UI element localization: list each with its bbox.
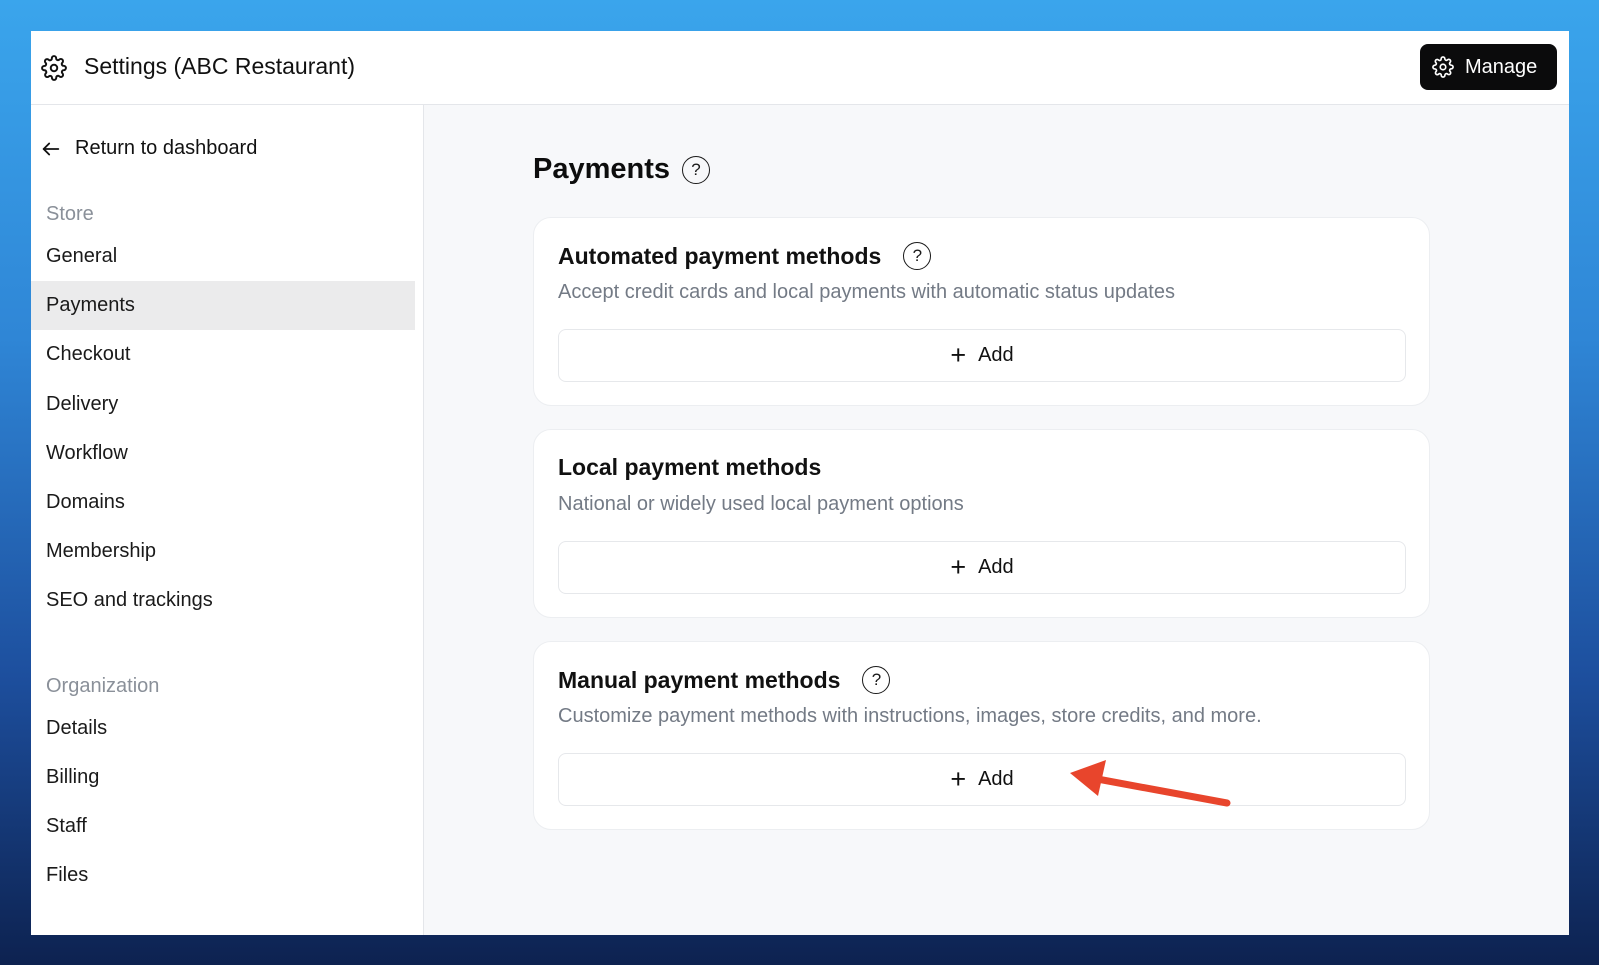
sidebar-item-membership[interactable]: Membership — [31, 527, 415, 576]
page-header-title: Settings (ABC Restaurant) — [84, 53, 356, 79]
card-title: Automated payment methods ? — [558, 242, 932, 270]
page-title: Payments ? — [533, 153, 711, 186]
annotation-arrow-icon — [1070, 760, 1231, 807]
sidebar-item-delivery[interactable]: Delivery — [31, 380, 415, 429]
add-automated-payment-button[interactable]: + Add — [558, 329, 1406, 382]
top-bar: Settings (ABC Restaurant) Manage — [31, 31, 1569, 105]
card-title: Local payment methods — [558, 454, 821, 481]
plus-icon: + — [950, 340, 967, 370]
card-title-text: Local payment methods — [558, 454, 822, 480]
sidebar-item-seo-and-trackings[interactable]: SEO and trackings — [31, 576, 415, 625]
add-local-payment-button[interactable]: + Add — [558, 541, 1406, 594]
card-description: Customize payment methods with instructi… — [558, 705, 1262, 727]
settings-sidebar: Return to dashboard Store General Paymen… — [31, 105, 424, 935]
add-button-label: Add — [978, 768, 1014, 790]
sidebar-section-store: Store — [46, 203, 94, 225]
sidebar-section-organization: Organization — [46, 675, 160, 697]
arrow-left-icon — [42, 142, 60, 155]
help-icon[interactable]: ? — [862, 666, 891, 694]
main-content: Payments ? Automated payment methods ? A… — [424, 105, 1569, 935]
gear-icon — [1432, 56, 1454, 78]
sidebar-item-files[interactable]: Files — [31, 851, 415, 900]
add-button-label: Add — [978, 556, 1014, 578]
help-icon[interactable]: ? — [682, 155, 711, 184]
card-description: National or widely used local payment op… — [558, 493, 964, 515]
plus-icon: + — [950, 764, 967, 794]
return-to-dashboard-link[interactable]: Return to dashboard — [40, 137, 257, 160]
sidebar-item-checkout[interactable]: Checkout — [31, 330, 415, 379]
local-payment-methods-card: Local payment methods National or widely… — [533, 429, 1430, 618]
manual-payment-methods-card: Manual payment methods ? Customize payme… — [533, 641, 1430, 830]
card-title-text: Manual payment methods — [558, 666, 841, 693]
manage-button[interactable]: Manage — [1420, 44, 1557, 90]
manage-button-label: Manage — [1465, 55, 1538, 78]
sidebar-item-payments[interactable]: Payments — [31, 281, 415, 330]
help-icon[interactable]: ? — [903, 242, 932, 270]
settings-window: Settings (ABC Restaurant) Manage Return … — [31, 31, 1569, 935]
card-title-text: Automated payment methods — [558, 242, 882, 269]
return-to-dashboard-label: Return to dashboard — [75, 137, 258, 159]
sidebar-item-billing[interactable]: Billing — [31, 753, 415, 802]
sidebar-item-workflow[interactable]: Workflow — [31, 429, 415, 478]
add-button-label: Add — [978, 344, 1014, 366]
gear-icon — [41, 55, 67, 81]
page-title-text: Payments — [533, 153, 671, 185]
sidebar-item-staff[interactable]: Staff — [31, 802, 415, 851]
automated-payment-methods-card: Automated payment methods ? Accept credi… — [533, 217, 1430, 406]
plus-icon: + — [950, 552, 967, 582]
sidebar-item-details[interactable]: Details — [31, 704, 415, 753]
card-description: Accept credit cards and local payments w… — [558, 281, 1175, 303]
card-title: Manual payment methods ? — [558, 666, 891, 694]
sidebar-item-domains[interactable]: Domains — [31, 478, 415, 527]
add-manual-payment-button[interactable]: + Add — [558, 753, 1406, 806]
sidebar-item-general[interactable]: General — [31, 232, 415, 281]
